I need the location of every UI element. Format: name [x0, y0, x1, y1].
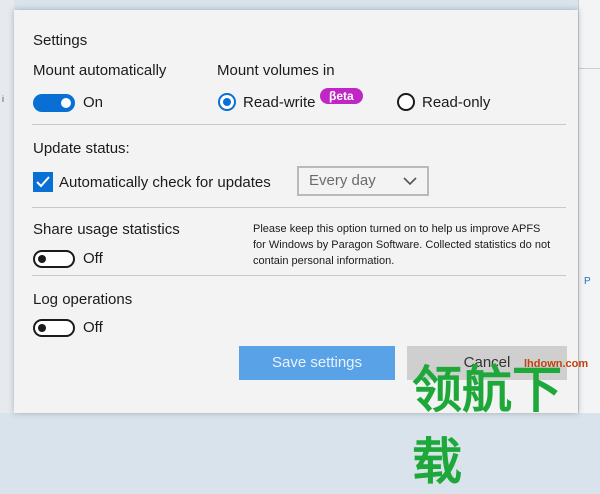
mount-automatically-toggle[interactable]: [33, 94, 75, 112]
update-frequency-value: Every day: [309, 172, 376, 189]
section-divider: [32, 124, 566, 125]
log-operations-state: Off: [83, 319, 103, 336]
toggle-knob: [38, 324, 46, 332]
radio-dot: [223, 98, 231, 106]
share-usage-label: Share usage statistics: [33, 221, 180, 238]
auto-update-label[interactable]: Automatically check for updates: [59, 174, 271, 191]
settings-heading: Settings: [33, 32, 88, 49]
background-divider: [579, 68, 600, 69]
toggle-knob: [38, 255, 46, 263]
mount-automatically-state: On: [83, 94, 104, 111]
share-usage-toggle[interactable]: [33, 250, 75, 268]
read-only-radio[interactable]: [397, 93, 415, 111]
update-status-label: Update status:: [33, 140, 130, 157]
read-write-label[interactable]: Read-write: [243, 94, 316, 111]
chevron-down-icon: [403, 177, 417, 186]
toggle-knob: [61, 98, 71, 108]
read-only-label[interactable]: Read-only: [422, 94, 490, 111]
watermark-text: 领航下载: [412, 361, 562, 491]
watermark-url: lhdown.com: [524, 358, 589, 370]
save-settings-button[interactable]: Save settings: [239, 346, 395, 380]
background-window-left: [0, 0, 14, 413]
share-usage-state: Off: [83, 250, 103, 267]
log-operations-label: Log operations: [33, 291, 133, 308]
background-fragment: i: [2, 94, 4, 104]
checkmark-icon: [36, 176, 50, 188]
mount-automatically-label: Mount automatically: [33, 62, 167, 79]
background-link: P: [584, 276, 591, 287]
log-operations-toggle[interactable]: [33, 319, 75, 337]
read-write-radio[interactable]: [218, 93, 236, 111]
section-divider: [32, 207, 566, 208]
beta-badge: βeta: [320, 88, 363, 104]
section-divider: [32, 275, 566, 276]
mount-volumes-label: Mount volumes in: [217, 62, 335, 79]
share-usage-note: Please keep this option turned on to hel…: [253, 223, 551, 267]
update-frequency-dropdown[interactable]: Every day: [297, 166, 429, 196]
auto-update-checkbox[interactable]: [33, 172, 53, 192]
